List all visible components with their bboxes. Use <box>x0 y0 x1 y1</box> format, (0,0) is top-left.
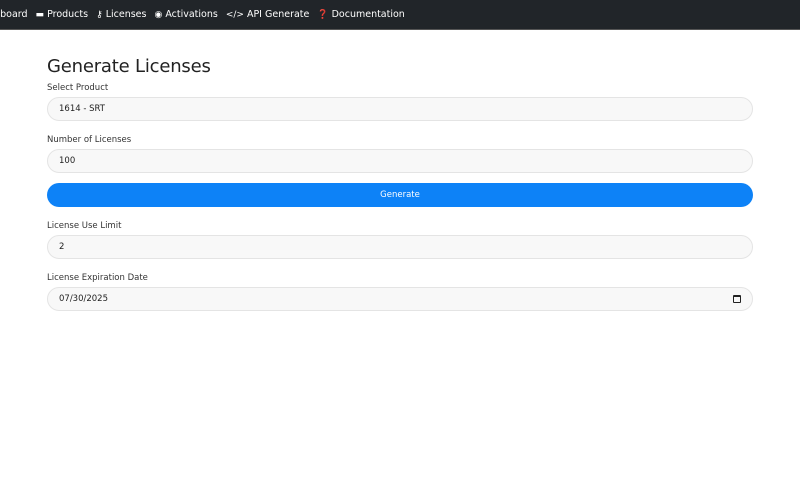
nav-label: Activations <box>165 9 218 20</box>
expiry-label: License Expiration Date <box>47 273 148 283</box>
expiration-date-input[interactable]: 07/30/2025 <box>47 287 753 311</box>
nav-label: Dashboard <box>0 9 28 20</box>
use-limit-input[interactable]: 2 <box>47 235 753 259</box>
nav-licenses[interactable]: ⚷ Licenses <box>96 9 146 20</box>
nav-products[interactable]: ▬ Products <box>36 9 89 20</box>
generate-button[interactable]: Generate <box>47 183 753 207</box>
box-icon: ▬ <box>35 9 45 20</box>
nav-api-generate[interactable]: </> API Generate <box>226 9 310 20</box>
limit-label: License Use Limit <box>47 221 122 231</box>
question-circle-icon: ❓ <box>317 9 329 20</box>
expiry-value: 07/30/2025 <box>59 294 108 304</box>
nav-documentation[interactable]: ❓ Documentation <box>317 9 404 20</box>
nav-label: Documentation <box>331 9 405 20</box>
page-title: Generate Licenses <box>47 56 211 77</box>
product-select[interactable]: 1614 - SRT <box>47 97 753 121</box>
limit-value: 2 <box>59 242 65 252</box>
nav-label: Licenses <box>105 9 147 20</box>
nav-label: API Generate <box>246 9 310 20</box>
product-value: 1614 - SRT <box>59 104 105 114</box>
code-icon: </> <box>225 9 244 20</box>
toggle-icon: ◉ <box>154 9 163 20</box>
nav-label: Products <box>47 9 89 20</box>
navbar: Dashboard ▬Products ⚷Licenses ◉Activatio… <box>0 0 800 30</box>
count-label: Number of Licenses <box>47 135 132 145</box>
generate-form: Generate Licenses Select Product 1614 - … <box>47 56 753 325</box>
license-count-input[interactable]: 100 <box>47 149 753 173</box>
nav-dashboard[interactable]: Dashboard <box>0 9 28 20</box>
nav-activations[interactable]: ◉ Activations <box>154 9 217 20</box>
count-value: 100 <box>59 156 76 166</box>
key-icon: ⚷ <box>96 9 103 20</box>
product-label: Select Product <box>47 83 109 93</box>
calendar-icon[interactable] <box>733 295 741 303</box>
